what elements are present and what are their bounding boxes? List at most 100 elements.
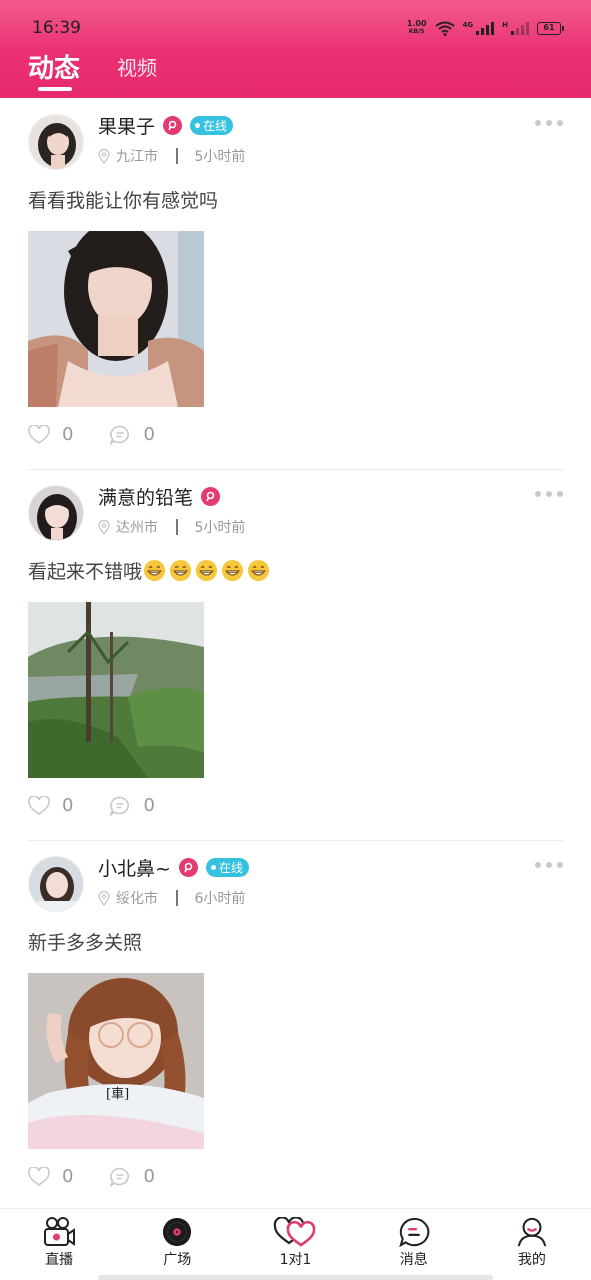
post-header: 小北鼻~ 在线 — [98, 854, 249, 881]
post-actions: 0 0 — [28, 795, 155, 816]
comment-count: 0 — [143, 424, 155, 445]
feed-list[interactable]: 果果子 在线 九江市 5小时前 看看我能让你有感觉吗 0 0 满意的铅笔 达州市… — [0, 98, 591, 1211]
feed-post: 果果子 在线 九江市 5小时前 看看我能让你有感觉吗 0 0 — [0, 98, 591, 469]
post-time: 5小时前 — [194, 149, 246, 165]
location-pin-icon — [98, 148, 110, 164]
like-button[interactable]: 0 — [28, 795, 73, 816]
online-dot-icon — [195, 123, 201, 128]
photo-shirt-text: [車] — [106, 1087, 129, 1102]
verified-badge-icon — [178, 858, 198, 877]
nav-label-square: 广场 — [163, 1252, 192, 1268]
profile-icon — [517, 1217, 547, 1247]
grin-emoji-icon — [221, 559, 244, 582]
wifi-icon — [434, 21, 455, 36]
tab-videos[interactable]: 视频 — [117, 52, 157, 81]
nav-label-one-on-one: 1对1 — [279, 1252, 312, 1268]
message-bubble-icon — [398, 1217, 429, 1247]
active-tab-indicator — [38, 87, 72, 91]
post-meta: 达州市 5小时前 — [98, 517, 245, 537]
online-dot-icon — [210, 865, 216, 870]
more-options-icon[interactable] — [535, 120, 563, 126]
post-time: 6小时前 — [194, 891, 246, 907]
verified-badge-icon — [201, 487, 221, 506]
post-city: 绥化市 — [116, 891, 158, 907]
gesture-bar — [98, 1275, 493, 1280]
nav-label-live: 直播 — [45, 1252, 74, 1268]
grin-emoji-icon — [247, 559, 270, 582]
like-count: 0 — [62, 424, 74, 445]
double-heart-icon — [273, 1217, 315, 1247]
comment-bubble-icon — [110, 1167, 130, 1187]
status-time: 16:39 — [32, 18, 81, 38]
nav-item-square[interactable]: 广场 — [118, 1209, 236, 1280]
nav-item-one-on-one[interactable]: 1对1 — [236, 1209, 354, 1280]
meta-divider — [176, 519, 178, 535]
avatar[interactable] — [28, 114, 84, 170]
grin-emoji-icon — [143, 559, 166, 582]
comment-count: 0 — [143, 1166, 155, 1187]
vinyl-record-icon — [163, 1217, 192, 1247]
post-time: 5小时前 — [194, 520, 246, 536]
heart-outline-icon — [28, 424, 50, 444]
avatar[interactable] — [28, 856, 84, 912]
comment-button[interactable]: 0 — [109, 795, 155, 816]
comment-button[interactable]: 0 — [109, 424, 155, 445]
post-photo[interactable] — [28, 602, 204, 778]
more-options-icon[interactable] — [535, 491, 563, 497]
meta-divider — [176, 148, 178, 164]
signal-type-label: 4G — [462, 21, 474, 29]
like-count: 0 — [62, 1166, 74, 1187]
signal-2-type-label: H — [502, 21, 508, 29]
nav-label-me: 我的 — [517, 1252, 546, 1268]
comment-bubble-icon — [110, 425, 130, 445]
network-speed: 1.00 KB/S — [407, 20, 427, 36]
top-tabs: 动态 视频 — [0, 44, 591, 98]
grin-emoji-icon — [169, 559, 192, 582]
post-header: 满意的铅笔 — [98, 483, 221, 510]
post-actions: 0 0 — [28, 1166, 155, 1187]
like-count: 0 — [62, 795, 74, 816]
post-text: 看起来不错哦 — [28, 561, 143, 583]
post-text: 新手多多关照 — [28, 932, 143, 954]
more-options-icon[interactable] — [535, 862, 563, 868]
post-photo[interactable]: [車] — [28, 973, 204, 1149]
online-badge-label: 在线 — [218, 861, 243, 875]
heart-outline-icon — [28, 795, 50, 815]
nav-label-messages: 消息 — [399, 1252, 428, 1268]
nav-item-live[interactable]: 直播 — [0, 1209, 118, 1280]
post-photo[interactable] — [28, 231, 204, 407]
meta-divider — [176, 890, 178, 906]
nav-item-messages[interactable]: 消息 — [355, 1209, 473, 1280]
status-bar: 16:39 1.00 KB/S 4G H 61 — [0, 0, 591, 46]
post-meta: 九江市 5小时前 — [98, 146, 245, 166]
nickname[interactable]: 满意的铅笔 — [98, 483, 193, 510]
network-speed-unit: KB/S — [408, 28, 425, 35]
like-button[interactable]: 0 — [28, 424, 73, 445]
live-camera-icon — [44, 1217, 76, 1246]
post-header: 果果子 在线 — [98, 112, 234, 139]
heart-outline-icon — [28, 1166, 50, 1186]
app-header: 16:39 1.00 KB/S 4G H 61 动态 视频 — [0, 0, 591, 98]
like-button[interactable]: 0 — [28, 1166, 73, 1187]
avatar[interactable] — [28, 485, 84, 541]
comment-button[interactable]: 0 — [109, 1166, 155, 1187]
post-meta: 绥化市 6小时前 — [98, 888, 245, 908]
nav-item-me[interactable]: 我的 — [473, 1209, 591, 1280]
post-actions: 0 0 — [28, 424, 155, 445]
status-indicators: 1.00 KB/S 4G H 61 — [407, 20, 564, 36]
grin-emoji-icon — [195, 559, 218, 582]
cell-signal-icon: 4G — [463, 21, 495, 35]
comment-count: 0 — [143, 795, 155, 816]
post-text-row: 看起来不错哦 — [28, 557, 270, 584]
network-speed-value: 1.00 — [406, 19, 427, 28]
comment-bubble-icon — [110, 796, 130, 816]
location-pin-icon — [98, 890, 110, 906]
tab-dynamics[interactable]: 动态 — [28, 48, 80, 85]
bottom-nav: 直播 广场 1对1 消息 我的 — [0, 1208, 591, 1280]
post-text: 看看我能让你有感觉吗 — [28, 190, 219, 212]
feed-post: 满意的铅笔 达州市 5小时前 看起来不错哦 0 0 — [0, 469, 591, 840]
cell-signal-2-icon: H — [502, 21, 529, 35]
nickname[interactable]: 果果子 — [98, 112, 155, 139]
nickname[interactable]: 小北鼻~ — [98, 854, 171, 881]
grin-emoji-row — [143, 559, 270, 582]
